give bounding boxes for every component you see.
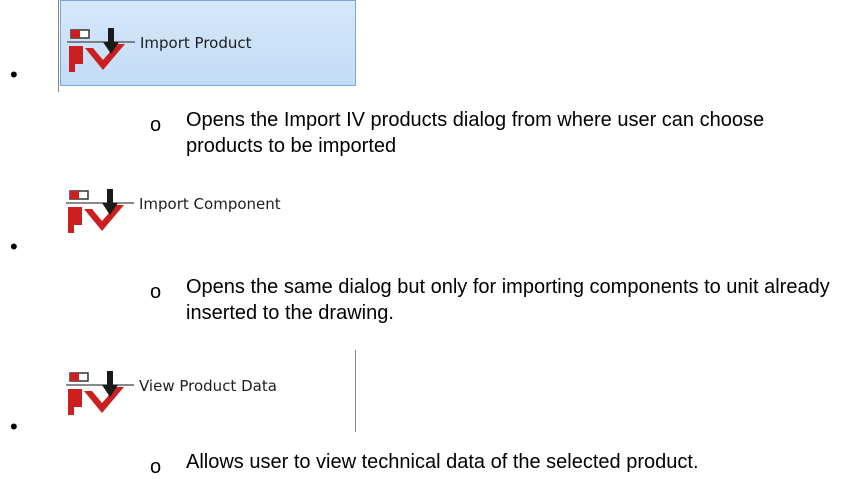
iv-import-icon [65, 12, 137, 74]
import-component-label: Import Component [139, 195, 281, 213]
bullet-1: • [10, 62, 18, 87]
import-component-description: Opens the same dialog but only for impor… [186, 276, 830, 324]
iv-import-icon [64, 173, 136, 235]
bullet-3: • [10, 414, 18, 439]
iv-import-icon [64, 355, 136, 417]
sub-bullet-2: o [150, 281, 162, 303]
bullet-2: • [10, 234, 18, 259]
view-product-data-button[interactable]: View Product Data [60, 350, 346, 422]
sub-bullet-1: o [150, 114, 162, 136]
import-component-button[interactable]: Import Component [60, 168, 380, 240]
ribbon-separator [58, 0, 59, 92]
ribbon-separator [355, 350, 356, 432]
view-product-data-label: View Product Data [139, 377, 277, 395]
import-product-button[interactable]: Import Product [60, 0, 356, 86]
view-product-data-description: Allows user to view technical data of th… [186, 451, 699, 473]
sub-bullet-3: o [150, 456, 162, 478]
import-product-label: Import Product [140, 34, 252, 52]
import-product-description: Opens the Import IV products dialog from… [186, 109, 765, 157]
